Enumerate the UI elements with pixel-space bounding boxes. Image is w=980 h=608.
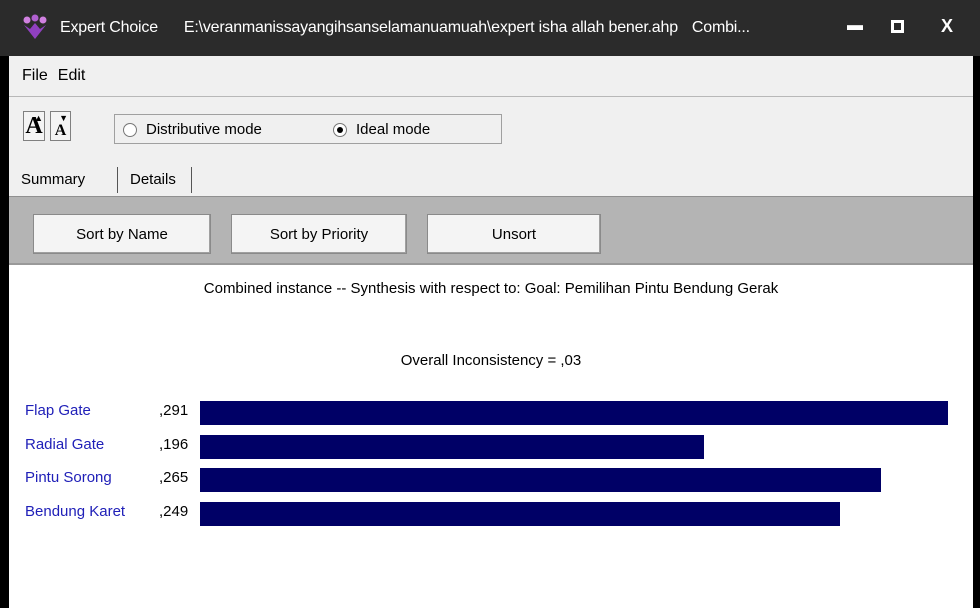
font-smaller-icon: A	[54, 122, 67, 139]
priority-value: ,249	[159, 502, 189, 520]
mode-group: Distributive mode Ideal mode	[114, 114, 502, 144]
priority-value: ,196	[159, 435, 189, 453]
ideal-mode-radio[interactable]: Ideal mode	[333, 121, 430, 138]
ideal-mode-label: Ideal mode	[356, 121, 431, 138]
toolbar: A ▲ A ▼ Distributive mode Ideal mode	[9, 97, 973, 159]
tab-strip: Summary Details	[9, 159, 973, 197]
menu-bar: File Edit	[9, 56, 973, 96]
app-name: Expert Choice	[60, 19, 158, 36]
minimize-button[interactable]: ▬	[836, 10, 874, 42]
close-button[interactable]: X	[928, 10, 966, 42]
menu-edit[interactable]: Edit	[58, 67, 86, 85]
tab-summary[interactable]: Summary	[21, 165, 85, 193]
priority-bar	[200, 434, 704, 459]
overall-inconsistency: Overall Inconsistency = ,03	[400, 352, 582, 369]
menu-file[interactable]: File	[22, 67, 48, 85]
radio-unchecked-icon	[123, 122, 137, 137]
synthesis-heading: Combined instance -- Synthesis with resp…	[203, 280, 779, 297]
distributive-mode-radio[interactable]: Distributive mode	[123, 121, 262, 138]
tab-details-label: Details	[130, 170, 176, 188]
close-icon: X	[940, 15, 953, 36]
alternative-label: Radial Gate	[25, 435, 105, 453]
priority-value: ,265	[159, 469, 189, 486]
sort-button-bar: Sort by Name Sort by Priority Unsort	[9, 197, 973, 265]
alternative-label: Pintu Sorong	[25, 469, 112, 486]
mode-label: Combi...	[691, 19, 750, 36]
tab-summary-label: Summary	[21, 170, 86, 188]
unsort-button[interactable]: Unsort	[427, 214, 601, 254]
file-path: E:\veranmanissayangihsanselamanuamuah\ex…	[183, 19, 678, 36]
sort-by-name-button[interactable]: Sort by Name	[33, 214, 211, 254]
priority-bar	[200, 401, 948, 425]
decrease-font-button[interactable]: A ▼	[50, 111, 71, 141]
tab-divider	[117, 167, 118, 193]
title-bar: Expert Choice E:\veranmanissayangihsansel…	[0, 0, 980, 56]
maximize-button[interactable]	[878, 10, 916, 42]
window-title: Expert Choice E:\veranmanissayangihsansel…	[60, 19, 750, 37]
alternative-label: Flap Gate	[25, 402, 91, 419]
priority-bar	[200, 468, 881, 492]
priority-value: ,291	[159, 402, 189, 419]
maximize-icon	[890, 19, 904, 33]
radio-checked-icon	[333, 122, 347, 137]
distributive-mode-label: Distributive mode	[146, 121, 262, 138]
tab-divider	[191, 167, 192, 193]
tab-details[interactable]: Details	[130, 165, 176, 193]
priority-bar	[200, 501, 840, 526]
alternative-label: Bendung Karet	[25, 502, 126, 520]
expert-choice-logo-icon	[23, 14, 47, 39]
minimize-icon: ▬	[847, 17, 863, 34]
sort-by-priority-button[interactable]: Sort by Priority	[231, 214, 407, 254]
increase-font-button[interactable]: A ▲	[23, 111, 45, 141]
